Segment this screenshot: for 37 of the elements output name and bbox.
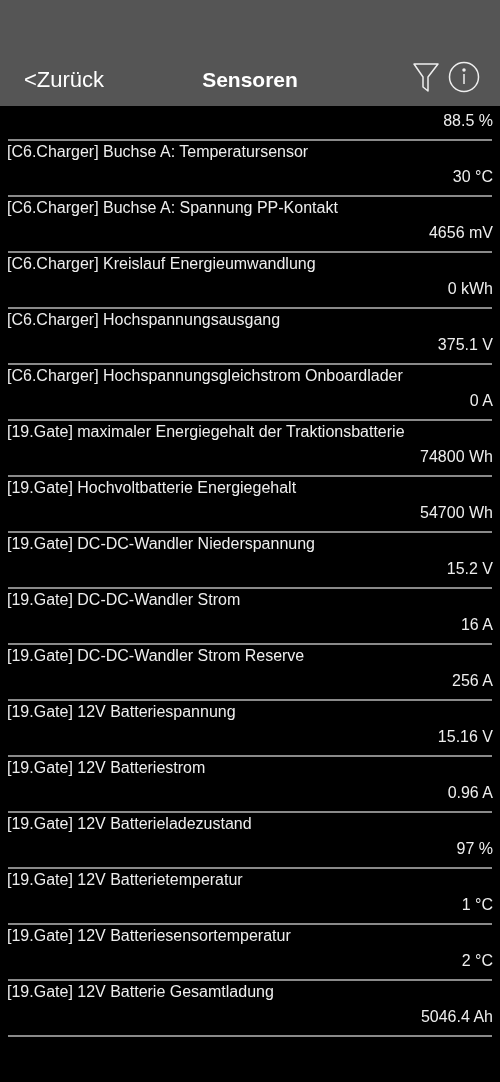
sensor-value: 74800 Wh [420,447,493,467]
sensor-value: 30 °C [452,167,493,187]
sensor-label: [C6.Charger] Buchse A: Temperatursensor [7,142,309,162]
sensor-value: 2 °C [461,951,493,971]
sensor-label: [19.Gate] 12V Batteriestrom [7,758,206,778]
back-button[interactable]: <Zurück [24,67,105,93]
sensor-label: [C6.Charger] Buchse A: Spannung PP-Kontakt [7,198,338,218]
sensor-label: [19.Gate] DC-DC-Wandler Niederspannung [7,534,315,554]
sensor-value: 97 % [456,839,493,859]
sensor-value: 88.5 % [443,111,493,131]
sensor-label: [C6.Charger] Hochspannungsgleichstrom Onboardlader [7,366,403,386]
sensor-value: 5046.4 Ah [420,1007,493,1027]
sensor-label: [C6.Charger] Kreislauf Energieumwandlung [7,254,316,274]
sensor-value: 0.96 A [447,783,493,803]
sensor-value: 15.2 V [446,559,493,579]
sensor-label: [19.Gate] DC-DC-Wandler Strom Reserve [7,646,305,666]
sensor-label: [19.Gate] maximaler Energiegehalt der Traktionsbatterie [7,422,405,442]
sensor-value: 54700 Wh [420,503,493,523]
sensor-value: 0 kWh [447,279,493,299]
sensor-value: 256 A [452,671,493,691]
sensor-value: 375.1 V [437,335,493,355]
info-icon[interactable] [448,61,480,93]
sensor-label: [19.Gate] 12V Batterietemperatur [7,870,243,890]
sensor-value: 0 A [469,391,493,411]
sensor-label: [19.Gate] DC-DC-Wandler Strom [7,590,241,610]
sensor-label: [19.Gate] 12V Batterieladezustand [7,814,252,834]
filter-icon[interactable] [412,61,440,93]
sensor-value: 15.16 V [437,727,493,747]
screen-title: Sensoren [202,67,298,93]
sensor-label: [19.Gate] 12V Batteriesensortemperatur [7,926,291,946]
sensor-value: 1 °C [461,895,493,915]
sensor-label: [19.Gate] 12V Batteriespannung [7,702,236,722]
sensor-value: 4656 mV [428,223,493,243]
sensor-value: 16 A [460,615,493,635]
sensor-label: [19.Gate] Hochvoltbatterie Energiegehalt [7,478,297,498]
sensor-label: [C6.Charger] Hochspannungsausgang [7,310,281,330]
sensor-label: [19.Gate] 12V Batterie Gesamtladung [7,982,274,1002]
